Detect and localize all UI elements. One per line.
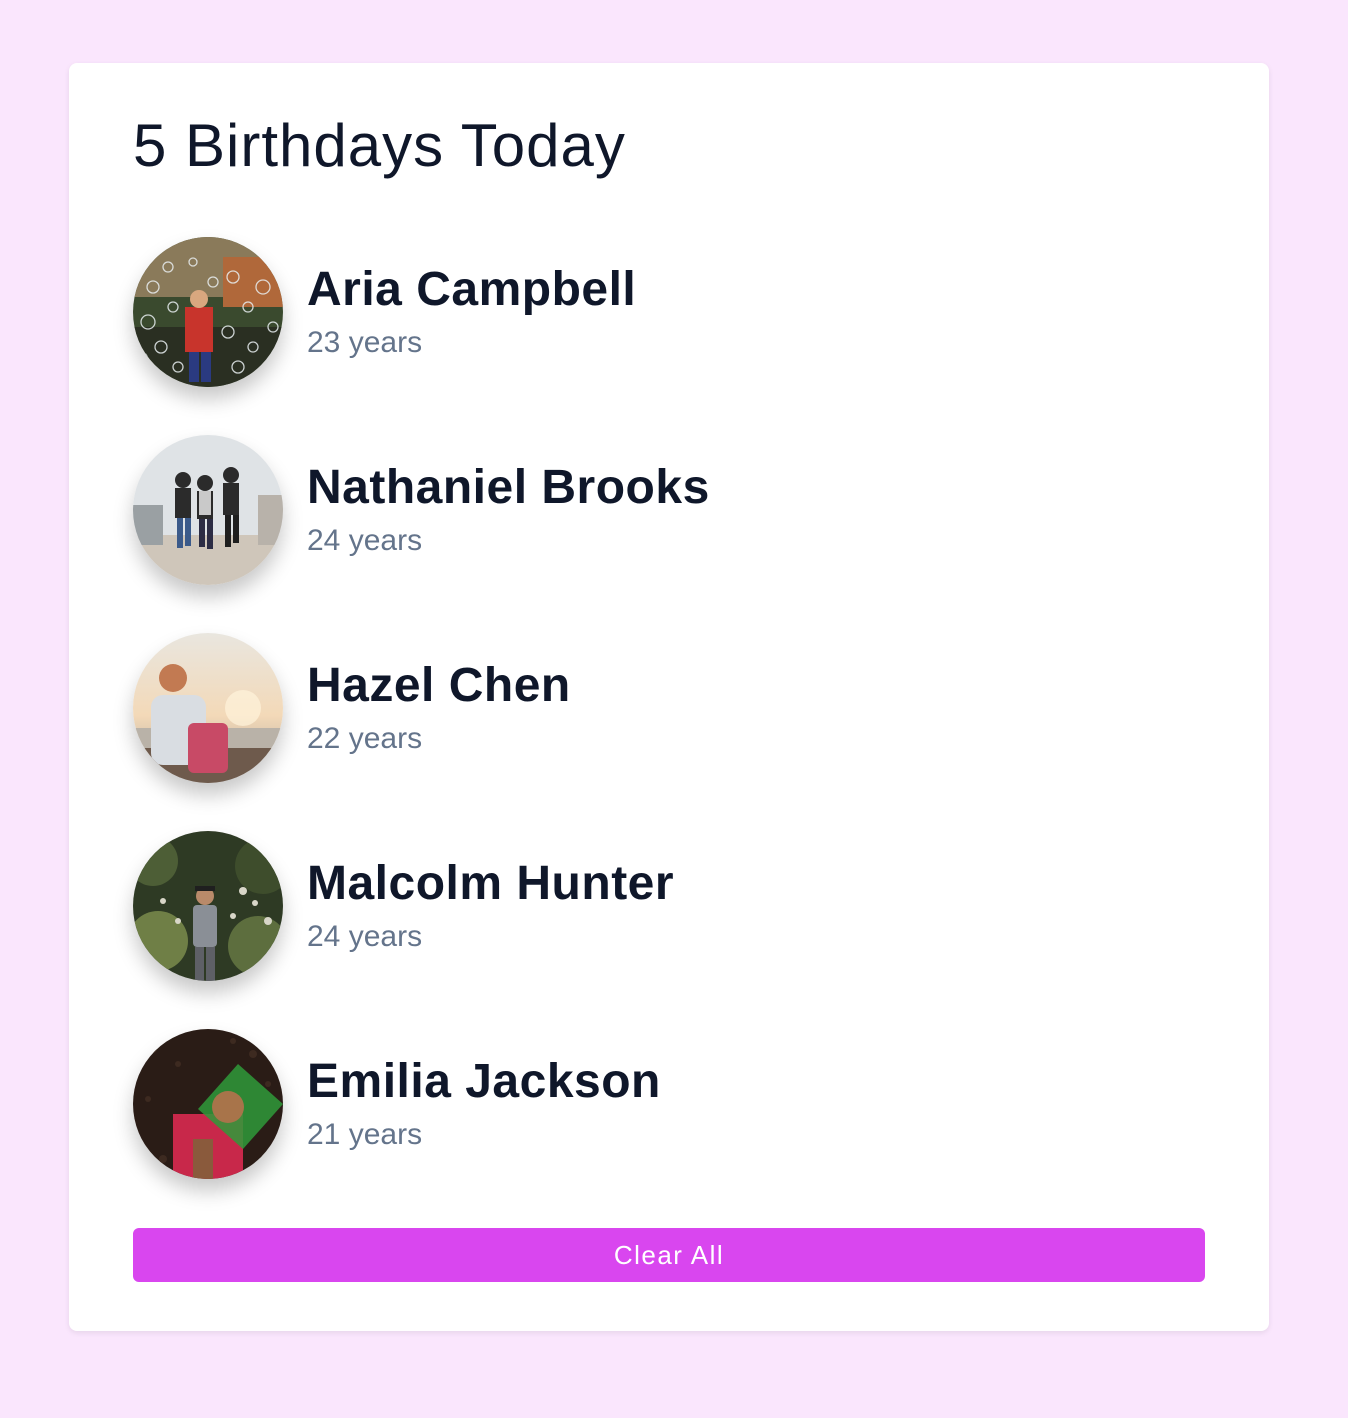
photo-seaside-image (133, 633, 283, 783)
person-info: Nathaniel Brooks 24 years (307, 459, 710, 561)
person-name: Nathaniel Brooks (307, 461, 710, 514)
person-age: 21 years (307, 1118, 423, 1151)
person-name: Malcolm Hunter (307, 857, 675, 910)
photo-dark-portrait-image (133, 1029, 283, 1179)
page-title: 5 Birthdays Today (133, 112, 626, 179)
avatar (133, 435, 283, 585)
avatar (133, 237, 283, 387)
person-name: Emilia Jackson (307, 1055, 661, 1108)
birthday-card: 5 Birthdays Today Aria Campbell 23 years… (69, 63, 1269, 1331)
list-item: Hazel Chen 22 years (133, 633, 1205, 783)
person-info: Malcolm Hunter 24 years (307, 855, 674, 957)
person-name: Aria Campbell (307, 263, 637, 316)
photo-garden-image (133, 831, 283, 981)
list-item: Nathaniel Brooks 24 years (133, 435, 1205, 585)
person-age: 22 years (307, 722, 423, 755)
person-info: Emilia Jackson 21 years (307, 1053, 661, 1155)
person-age: 24 years (307, 920, 423, 953)
birthday-list: Aria Campbell 23 years Nathaniel Brooks … (133, 237, 1205, 1179)
person-info: Aria Campbell 23 years (307, 261, 636, 363)
person-name: Hazel Chen (307, 659, 571, 712)
list-item: Malcolm Hunter 24 years (133, 831, 1205, 981)
person-age: 23 years (307, 326, 423, 359)
list-item: Emilia Jackson 21 years (133, 1029, 1205, 1179)
list-item: Aria Campbell 23 years (133, 237, 1205, 387)
person-age: 24 years (307, 524, 423, 557)
avatar (133, 633, 283, 783)
avatar (133, 1029, 283, 1179)
clear-all-button[interactable]: Clear All (133, 1228, 1205, 1282)
avatar (133, 831, 283, 981)
photo-bubbles-image (133, 237, 283, 387)
photo-group-jumping-image (133, 435, 283, 585)
person-info: Hazel Chen 22 years (307, 657, 571, 759)
